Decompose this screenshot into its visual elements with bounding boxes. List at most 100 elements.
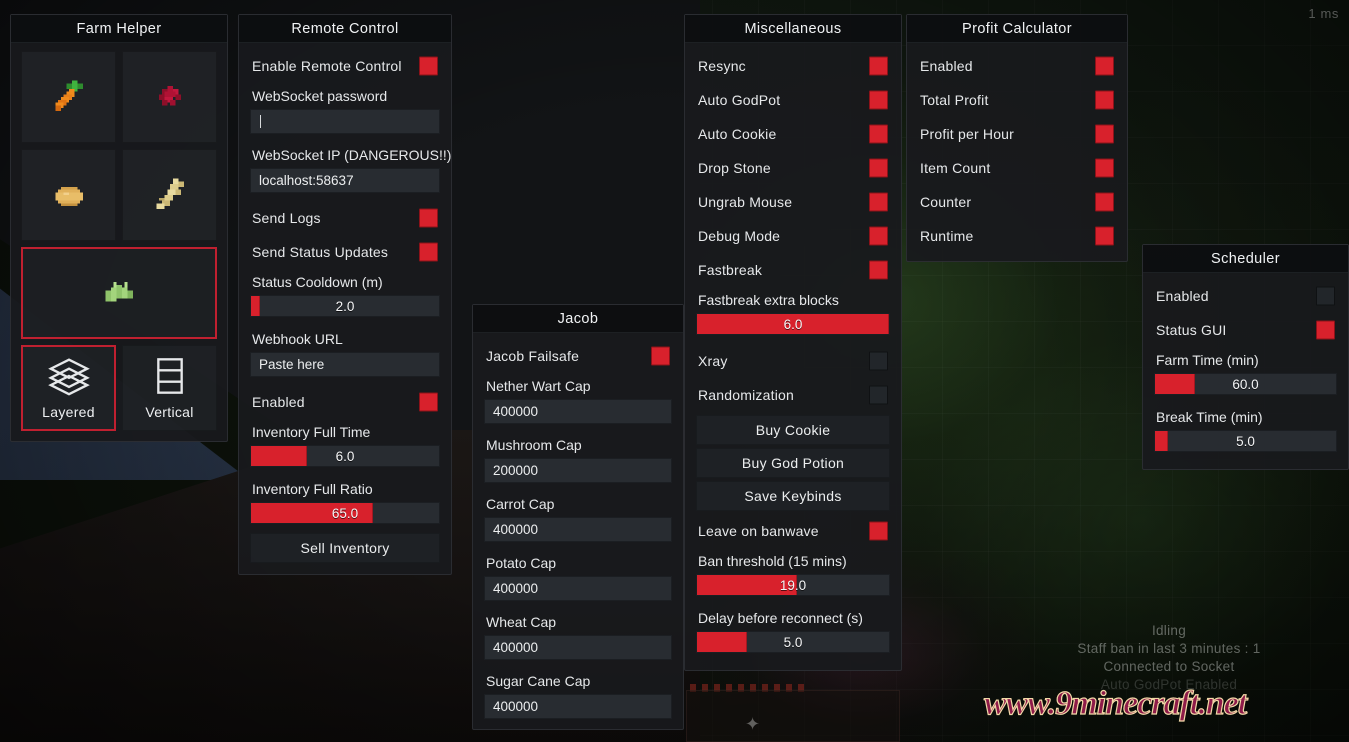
- buy-god-potion-button[interactable]: Buy God Potion: [696, 448, 890, 478]
- panel-farm-helper[interactable]: Farm Helper Layered Vertical: [10, 14, 228, 442]
- crop-option-wheat[interactable]: [122, 149, 217, 241]
- profit-per-hour-toggle[interactable]: [1095, 124, 1114, 144]
- sugar-cane-icon: [105, 282, 133, 302]
- row-counter[interactable]: Counter: [907, 185, 1127, 219]
- row-webhook-enabled[interactable]: Enabled: [239, 385, 451, 419]
- save-keybinds-button[interactable]: Save Keybinds: [696, 481, 890, 511]
- send-status-updates-toggle[interactable]: [419, 242, 438, 262]
- row-jacob-failsafe[interactable]: Jacob Failsafe: [473, 339, 683, 373]
- break-time-label: Break Time (min): [1156, 409, 1263, 425]
- panel-profit-calculator[interactable]: Profit Calculator Enabled Total Profit P…: [906, 14, 1128, 262]
- randomization-toggle[interactable]: [869, 385, 888, 405]
- row-profit-per-hour[interactable]: Profit per Hour: [907, 117, 1127, 151]
- send-logs-toggle[interactable]: [419, 208, 438, 228]
- row-total-profit[interactable]: Total Profit: [907, 83, 1127, 117]
- websocket-ip-label: WebSocket IP (DANGEROUS!!): [252, 147, 452, 163]
- row-xray[interactable]: Xray: [685, 344, 901, 378]
- row-drop-stone[interactable]: Drop Stone: [685, 151, 901, 185]
- drop-stone-label: Drop Stone: [698, 160, 771, 176]
- auto-godpot-toggle[interactable]: [869, 90, 888, 110]
- farm-mode-vertical[interactable]: Vertical: [122, 345, 217, 431]
- status-line-idling: Idling: [1151, 623, 1187, 638]
- status-gui-toggle[interactable]: [1316, 320, 1335, 340]
- xray-toggle[interactable]: [869, 351, 888, 371]
- resync-label: Resync: [698, 58, 746, 74]
- crop-option-potato[interactable]: [21, 149, 116, 241]
- auto-cookie-toggle[interactable]: [869, 124, 888, 144]
- jacob-failsafe-toggle[interactable]: [651, 346, 670, 366]
- fastbreak-toggle[interactable]: [869, 260, 888, 280]
- inventory-full-time-label: Inventory Full Time: [252, 424, 371, 440]
- row-fastbreak[interactable]: Fastbreak: [685, 253, 901, 287]
- fastbreak-extra-blocks-label: Fastbreak extra blocks: [698, 292, 839, 308]
- row-auto-godpot[interactable]: Auto GodPot: [685, 83, 901, 117]
- row-randomization[interactable]: Randomization: [685, 378, 901, 412]
- row-leave-on-banwave[interactable]: Leave on banwave: [685, 514, 901, 548]
- status-cooldown-slider[interactable]: 2.0: [250, 295, 440, 317]
- crop-option-sugar-cane[interactable]: [21, 247, 217, 339]
- row-ungrab-mouse[interactable]: Ungrab Mouse: [685, 185, 901, 219]
- panel-jacob[interactable]: Jacob Jacob Failsafe Nether Wart Cap 400…: [472, 304, 684, 730]
- row-send-status-updates[interactable]: Send Status Updates: [239, 235, 451, 269]
- row-enable-remote-control[interactable]: Enable Remote Control: [239, 49, 451, 83]
- inventory-full-ratio-slider[interactable]: 65.0: [250, 502, 440, 524]
- webhook-enabled-label: Enabled: [252, 394, 305, 410]
- websocket-password-input[interactable]: [250, 109, 440, 134]
- row-resync[interactable]: Resync: [685, 49, 901, 83]
- debug-mode-toggle[interactable]: [869, 226, 888, 246]
- reconnect-delay-slider[interactable]: 5.0: [696, 631, 890, 653]
- panel-remote-control[interactable]: Remote Control Enable Remote Control Web…: [238, 14, 452, 575]
- wheat-cap-input[interactable]: 400000: [484, 635, 672, 660]
- row-status-gui[interactable]: Status GUI: [1143, 313, 1348, 347]
- crop-selector-grid: [21, 51, 217, 339]
- ban-threshold-slider[interactable]: 19.0: [696, 574, 890, 596]
- fastbreak-extra-blocks-value: 6.0: [783, 316, 803, 332]
- scheduler-enabled-toggle[interactable]: [1316, 286, 1335, 306]
- crop-option-nether-wart[interactable]: [122, 51, 217, 143]
- panel-scheduler[interactable]: Scheduler Enabled Status GUI Farm Time (…: [1142, 244, 1349, 470]
- nether-wart-cap-input[interactable]: 400000: [484, 399, 672, 424]
- profit-enabled-toggle[interactable]: [1095, 56, 1114, 76]
- status-overlay: Idling Staff ban in last 3 minutes : 1 C…: [1009, 622, 1329, 694]
- mushroom-cap-input[interactable]: 200000: [484, 458, 672, 483]
- latency-indicator: 1 ms: [1308, 6, 1339, 21]
- runtime-label: Runtime: [920, 228, 974, 244]
- resync-toggle[interactable]: [869, 56, 888, 76]
- panel-miscellaneous[interactable]: Miscellaneous Resync Auto GodPot Auto Co…: [684, 14, 902, 671]
- enable-remote-control-toggle[interactable]: [419, 56, 438, 76]
- buy-cookie-button[interactable]: Buy Cookie: [696, 415, 890, 445]
- row-debug-mode[interactable]: Debug Mode: [685, 219, 901, 253]
- runtime-toggle[interactable]: [1095, 226, 1114, 246]
- websocket-ip-input[interactable]: localhost:58637: [250, 168, 440, 193]
- carrot-cap-input[interactable]: 400000: [484, 517, 672, 542]
- crop-option-carrot[interactable]: [21, 51, 116, 143]
- remote-control-body: Enable Remote Control WebSocket password…: [239, 43, 451, 574]
- row-profit-enabled[interactable]: Enabled: [907, 49, 1127, 83]
- row-item-count[interactable]: Item Count: [907, 151, 1127, 185]
- farm-helper-title: Farm Helper: [11, 15, 227, 43]
- farm-time-slider[interactable]: 60.0: [1154, 373, 1337, 395]
- hotbar: [686, 690, 900, 742]
- layers-icon: [47, 358, 90, 396]
- webhook-url-input[interactable]: Paste here: [250, 352, 440, 377]
- ungrab-mouse-toggle[interactable]: [869, 192, 888, 212]
- carrot-cap-label: Carrot Cap: [486, 496, 555, 512]
- row-scheduler-enabled[interactable]: Enabled: [1143, 279, 1348, 313]
- break-time-slider[interactable]: 5.0: [1154, 430, 1337, 452]
- vertical-stack-icon: [156, 358, 183, 394]
- fastbreak-extra-blocks-slider[interactable]: 6.0: [696, 313, 890, 335]
- potato-cap-input[interactable]: 400000: [484, 576, 672, 601]
- item-count-toggle[interactable]: [1095, 158, 1114, 178]
- row-send-logs[interactable]: Send Logs: [239, 201, 451, 235]
- drop-stone-toggle[interactable]: [869, 158, 888, 178]
- inventory-full-time-slider[interactable]: 6.0: [250, 445, 440, 467]
- farm-mode-layered[interactable]: Layered: [21, 345, 116, 431]
- row-runtime[interactable]: Runtime: [907, 219, 1127, 253]
- counter-toggle[interactable]: [1095, 192, 1114, 212]
- total-profit-toggle[interactable]: [1095, 90, 1114, 110]
- sugar-cane-cap-input[interactable]: 400000: [484, 694, 672, 719]
- webhook-enabled-toggle[interactable]: [419, 392, 438, 412]
- sell-inventory-button[interactable]: Sell Inventory: [250, 533, 440, 563]
- row-auto-cookie[interactable]: Auto Cookie: [685, 117, 901, 151]
- leave-on-banwave-toggle[interactable]: [869, 521, 888, 541]
